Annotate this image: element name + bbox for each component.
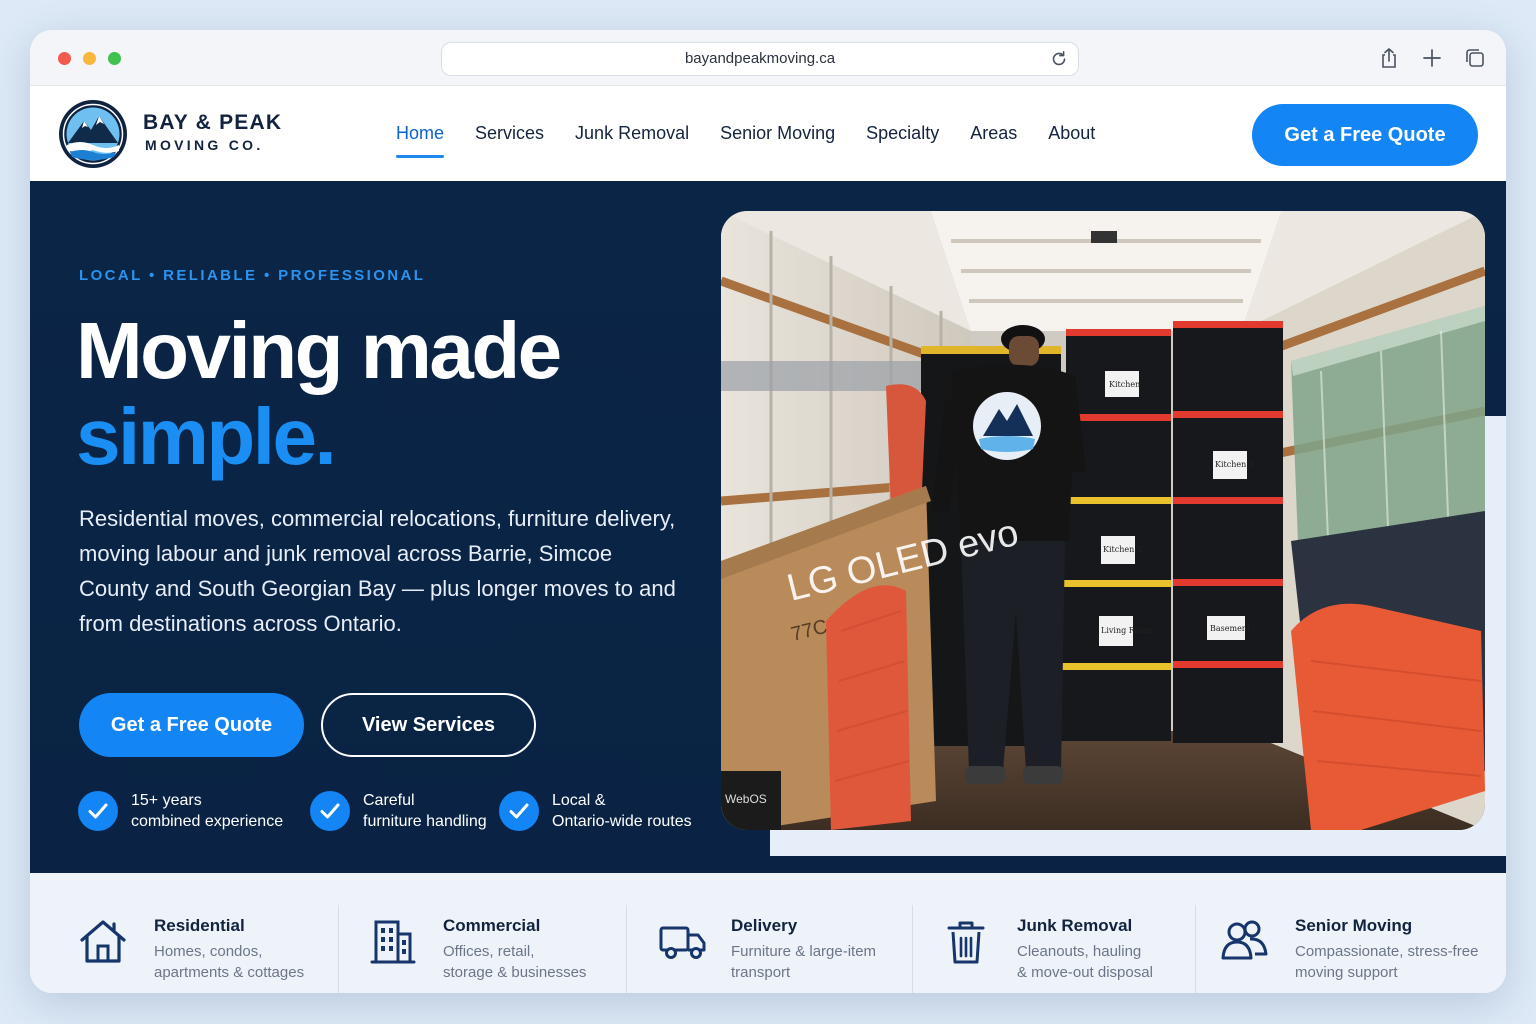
- header-quote-button[interactable]: Get a Free Quote: [1252, 104, 1478, 166]
- nav-about[interactable]: About: [1048, 123, 1095, 149]
- service-desc-line: & move-out disposal: [1017, 964, 1153, 981]
- hero-section: LOCAL • RELIABLE • PROFESSIONAL Moving m…: [30, 181, 1506, 873]
- service-commercial[interactable]: Commercial Offices, retail, storage & bu…: [368, 873, 658, 993]
- logo-mountain-icon[interactable]: [58, 99, 128, 169]
- trash-icon: [947, 921, 985, 964]
- service-desc-line: apartments & cottages: [154, 964, 305, 981]
- service-desc-line: moving support: [1295, 964, 1398, 981]
- service-title: Commercial: [443, 916, 541, 935]
- browser-window: bayandpeakmoving.ca BAY & PEAK MOVING CO…: [30, 30, 1506, 993]
- people-icon: [1221, 920, 1268, 960]
- service-delivery[interactable]: Delivery Furniture & large-item transpor…: [658, 873, 943, 993]
- check-icon: [499, 791, 539, 831]
- badge-line: 15+ years: [131, 792, 202, 809]
- service-description: Offices, retail, storage & businesses: [443, 941, 586, 983]
- building-icon: [370, 920, 416, 964]
- photo-label-kitchen-2: Kitchen 2: [1103, 545, 1142, 554]
- maximize-window-button[interactable]: [108, 52, 121, 65]
- badge-line: Ontario-wide routes: [552, 813, 692, 830]
- badge-line: Careful: [363, 792, 415, 809]
- service-desc-line: Homes, condos,: [154, 943, 263, 960]
- badge-handling: Careful furniture handling: [310, 790, 487, 832]
- brand-tagline: MOVING CO.: [145, 137, 264, 153]
- browser-toolbar: bayandpeakmoving.ca: [30, 30, 1506, 86]
- nav-home[interactable]: Home: [396, 123, 445, 158]
- url-text: bayandpeakmoving.ca: [684, 50, 836, 67]
- nav-specialty[interactable]: Specialty: [866, 123, 939, 149]
- nav-services[interactable]: Services: [475, 123, 544, 149]
- brand-name[interactable]: BAY & PEAK: [143, 111, 282, 135]
- service-senior-moving[interactable]: Senior Moving Compassionate, stress-free…: [1220, 873, 1500, 993]
- photo-label-basement: Basement: [1210, 624, 1251, 633]
- nav-senior-moving[interactable]: Senior Moving: [720, 123, 835, 149]
- tabs-overview-icon[interactable]: [1464, 47, 1486, 69]
- service-description: Compassionate, stress-free moving suppor…: [1295, 941, 1478, 983]
- close-window-button[interactable]: [58, 52, 71, 65]
- service-title: Senior Moving: [1295, 916, 1413, 935]
- check-icon: [78, 791, 118, 831]
- photo-box-os: WebOS: [725, 792, 767, 806]
- truck-icon: [659, 926, 706, 959]
- service-desc-line: Compassionate, stress-free: [1295, 943, 1479, 960]
- share-icon[interactable]: [1378, 47, 1400, 69]
- hero-photo: Kitchen Kitchen 1 Kitchen 2 Living Room …: [721, 211, 1485, 830]
- service-description: Furniture & large-item transport: [731, 941, 876, 983]
- service-junk-removal[interactable]: Junk Removal Cleanouts, hauling & move-o…: [943, 873, 1223, 993]
- badge-text: Careful furniture handling: [363, 790, 487, 832]
- nav-junk-removal[interactable]: Junk Removal: [575, 123, 689, 149]
- service-desc-line: Offices, retail,: [443, 943, 535, 960]
- divider: [338, 905, 339, 993]
- address-bar[interactable]: bayandpeakmoving.ca: [441, 42, 1079, 76]
- service-description: Homes, condos, apartments & cottages: [154, 941, 304, 983]
- badge-line: furniture handling: [363, 813, 487, 830]
- hero-eyebrow: LOCAL • RELIABLE • PROFESSIONAL: [79, 267, 426, 284]
- service-desc-line: transport: [731, 964, 791, 981]
- badge-line: combined experience: [131, 813, 284, 830]
- hero-headline: Moving made: [76, 306, 562, 395]
- nav-areas[interactable]: Areas: [970, 123, 1017, 149]
- service-title: Junk Removal: [1017, 916, 1133, 935]
- service-desc-line: storage & businesses: [443, 964, 587, 981]
- photo-label-kitchen: Kitchen: [1109, 380, 1140, 389]
- minimize-window-button[interactable]: [83, 52, 96, 65]
- site-header: BAY & PEAK MOVING CO. Home Services Junk…: [30, 86, 1506, 181]
- service-title: Delivery: [731, 916, 798, 935]
- service-desc-line: Cleanouts, hauling: [1017, 943, 1142, 960]
- hero-description: Residential moves, commercial relocation…: [79, 506, 676, 636]
- service-description: Cleanouts, hauling & move-out disposal: [1017, 941, 1153, 983]
- service-title: Residential: [154, 916, 245, 935]
- new-tab-icon[interactable]: [1421, 47, 1443, 69]
- badge-text: 15+ years combined experience: [131, 790, 283, 832]
- service-desc-line: Furniture & large-item: [731, 943, 877, 960]
- badge-routes: Local & Ontario-wide routes: [499, 790, 692, 832]
- photo-label-living-room: Living Room: [1101, 626, 1152, 635]
- main-menu: Home Services Junk Removal Senior Moving…: [396, 123, 1095, 158]
- house-icon: [80, 920, 126, 963]
- service-residential[interactable]: Residential Homes, condos, apartments & …: [78, 873, 368, 993]
- view-services-button[interactable]: View Services: [321, 693, 536, 757]
- hero-headline-accent: simple.: [76, 392, 337, 481]
- photo-label-kitchen-1: Kitchen 1: [1215, 460, 1254, 469]
- reload-icon[interactable]: [1050, 50, 1068, 68]
- services-strip: Residential Homes, condos, apartments & …: [30, 873, 1506, 993]
- hero-quote-button[interactable]: Get a Free Quote: [79, 693, 304, 757]
- divider: [912, 905, 913, 993]
- divider: [1195, 905, 1196, 993]
- check-icon: [310, 791, 350, 831]
- badge-experience: 15+ years combined experience: [78, 790, 283, 832]
- truck-interior-illustration: Kitchen Kitchen 1 Kitchen 2 Living Room …: [721, 211, 1485, 830]
- badge-text: Local & Ontario-wide routes: [552, 790, 692, 832]
- divider: [626, 905, 627, 993]
- badge-line: Local &: [552, 792, 606, 809]
